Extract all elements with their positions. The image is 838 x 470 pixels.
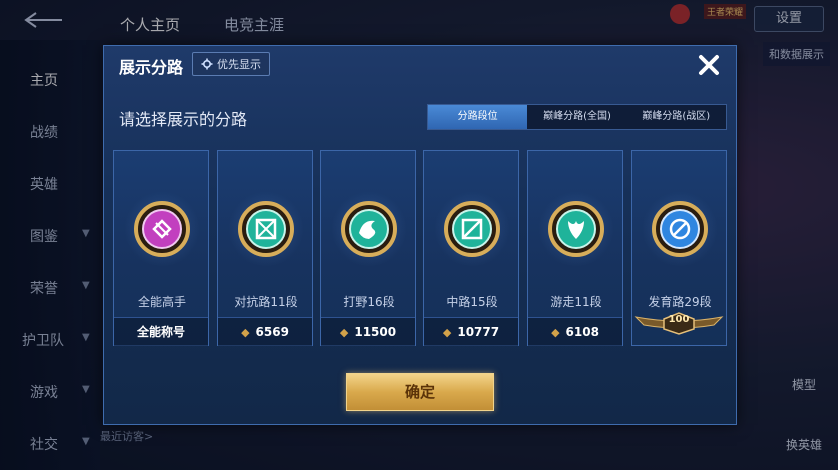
tab-peak-national[interactable]: 巅峰分路(全国) [527,105,626,129]
jungle-emblem-icon [341,201,397,257]
farm-lane-emblem-icon [652,201,708,257]
lane-display-dialog: 展示分路 优先显示 请选择展示的分路 分路段位 巅峰分路(全国) 巅峰分路(战区… [103,45,737,425]
dialog-header: 展示分路 优先显示 [104,46,736,86]
lane-card-name: 全能高手 [137,295,186,309]
lane-card-footer-text: 11500 [354,325,397,339]
gear-icon [201,58,213,70]
clash-lane-emblem-icon [238,201,294,257]
lane-card-footer-text: 6569 [255,325,289,339]
rank-points-icon: ◆ [339,326,349,339]
confirm-button[interactable]: 确定 [346,373,494,411]
rank-points-icon: ◆ [241,326,250,339]
lane-card-name: 对抗路11段 [234,295,298,309]
mid-lane-emblem-icon [444,201,500,257]
lane-card-clash[interactable]: 对抗路11段 ◆ 6569 [217,150,313,346]
lane-card-mid[interactable]: 中路15段 ◆ 10777 [423,150,519,346]
dialog-prompt: 请选择展示的分路 [119,110,248,129]
priority-display-button[interactable]: 优先显示 [192,52,270,76]
lane-card-footer-text: 10777 [457,325,500,339]
rank-points-icon: ◆ [551,326,560,339]
priority-label: 优先显示 [217,58,261,71]
rank-points-icon: ◆ [442,326,452,339]
lane-card-footer-text: 6108 [565,325,599,339]
lane-card-title-badge: 全能称号 [114,317,208,346]
lane-card-farm[interactable]: 发育路29段 100 [631,150,727,346]
lane-card-footer-text: 全能称号 [136,325,185,339]
dialog-title: 展示分路 [119,58,184,77]
lane-card-points: ◆ 11500 [321,317,415,346]
lane-card-points: ◆ 6108 [528,317,622,346]
lane-card-points: ◆ 6569 [218,317,312,346]
lane-card-name: 中路15段 [446,295,498,309]
lane-card-name: 发育路29段 [648,295,712,309]
all-round-emblem-icon [134,201,190,257]
tab-peak-region[interactable]: 巅峰分路(战区) [627,105,726,129]
close-icon[interactable] [694,50,724,80]
rank-star-count: 100 [668,314,690,325]
lane-card-name: 打野16段 [343,295,395,309]
lane-card-roam[interactable]: 游走11段 ◆ 6108 [527,150,623,346]
lane-card-jungle[interactable]: 打野16段 ◆ 11500 [320,150,416,346]
lane-card-all-round[interactable]: 全能高手 全能称号 [113,150,209,346]
roam-emblem-icon [548,201,604,257]
lane-tab-group: 分路段位 巅峰分路(全国) 巅峰分路(战区) [427,104,727,130]
tab-lane-rank[interactable]: 分路段位 [428,105,528,129]
lane-card-name: 游走11段 [550,295,602,309]
lane-card-list: 全能高手 全能称号 对抗路11段 ◆ 6569 打野16段 ◆ 11500 中路… [113,150,728,346]
lane-card-points: ◆ 10777 [424,317,518,346]
